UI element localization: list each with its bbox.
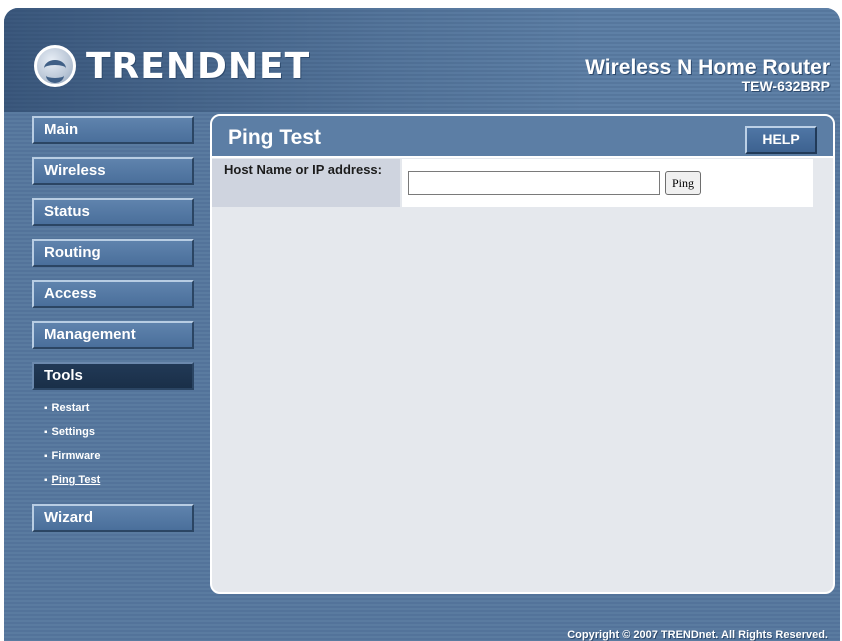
- nav-wireless-button[interactable]: Wireless: [32, 157, 194, 185]
- submenu-label: Restart: [51, 402, 90, 414]
- product-name: Wireless N Home Router: [585, 56, 830, 79]
- nav-routing-button[interactable]: Routing: [32, 239, 194, 267]
- nav-wizard-button[interactable]: Wizard: [32, 504, 194, 532]
- host-form-row: Host Name or IP address: Ping: [212, 159, 833, 207]
- router-admin-frame: TRENDNET Wireless N Home Router TEW-632B…: [4, 8, 840, 641]
- bullet-icon: ▪: [44, 427, 48, 438]
- host-field-cell: Ping: [400, 159, 813, 207]
- host-label: Host Name or IP address:: [212, 159, 400, 207]
- bullet-icon: ▪: [44, 403, 48, 414]
- submenu-label: Firmware: [51, 450, 101, 462]
- submenu-item-restart[interactable]: ▪ Restart: [32, 396, 194, 420]
- submenu-label: Settings: [51, 426, 95, 438]
- submenu-item-ping-test[interactable]: ▪ Ping Test: [32, 468, 194, 492]
- brand-name: TRENDNET: [86, 45, 311, 87]
- content-title-bar: Ping Test HELP: [212, 116, 833, 158]
- ping-button[interactable]: Ping: [665, 171, 702, 195]
- submenu-item-settings[interactable]: ▪ Settings: [32, 420, 194, 444]
- host-input[interactable]: [408, 171, 660, 195]
- nav-main-button[interactable]: Main: [32, 116, 194, 144]
- tools-submenu: ▪ Restart ▪ Settings ▪ Firmware ▪ Ping Test: [32, 396, 194, 492]
- content-panel: Ping Test HELP Host Name or IP address: …: [210, 114, 835, 594]
- help-button[interactable]: HELP: [745, 126, 817, 154]
- bullet-icon: ▪: [44, 451, 48, 462]
- bullet-icon: ▪: [44, 475, 48, 486]
- trendnet-logo-icon: [34, 45, 76, 87]
- submenu-item-firmware[interactable]: ▪ Firmware: [32, 444, 194, 468]
- product-info: Wireless N Home Router TEW-632BRP: [585, 56, 830, 94]
- trendnet-logo: TRENDNET: [34, 44, 310, 88]
- nav-management-button[interactable]: Management: [32, 321, 194, 349]
- copyright-footer: Copyright © 2007 TRENDnet. All Rights Re…: [567, 629, 828, 641]
- nav-access-button[interactable]: Access: [32, 280, 194, 308]
- header: TRENDNET Wireless N Home Router TEW-632B…: [4, 8, 840, 112]
- submenu-label: Ping Test: [51, 474, 101, 486]
- sidebar-nav: Main Wireless Status Routing Access Mana…: [32, 116, 194, 545]
- nav-status-button[interactable]: Status: [32, 198, 194, 226]
- product-model: TEW-632BRP: [741, 78, 830, 94]
- page-title: Ping Test: [228, 126, 321, 149]
- nav-tools-button[interactable]: Tools: [32, 362, 194, 390]
